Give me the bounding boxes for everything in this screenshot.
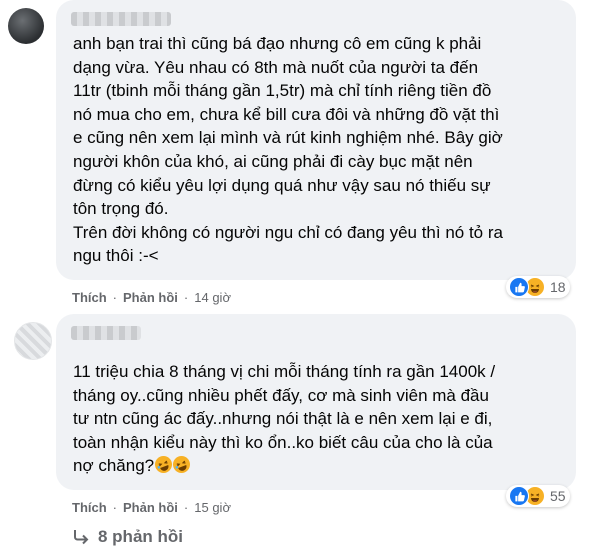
- view-replies-label: 8 phản hồi: [98, 527, 183, 546]
- commenter-avatar[interactable]: [14, 322, 52, 360]
- rolling-laughing-emoji: [155, 456, 173, 474]
- reaction-summary[interactable]: 18: [506, 276, 570, 298]
- reply-arrow-icon: [72, 529, 90, 545]
- comment-text: 11 triệu chia 8 tháng vị chi mỗi tháng t…: [73, 360, 495, 478]
- reply-link[interactable]: Phản hồi: [123, 290, 178, 305]
- reaction-count: 18: [550, 279, 566, 295]
- commenter-avatar[interactable]: [8, 8, 44, 44]
- like-reaction-icon: [509, 277, 529, 297]
- like-link[interactable]: Thích: [72, 500, 107, 515]
- comment-time[interactable]: 15 giờ: [194, 500, 231, 515]
- like-reaction-icon: [509, 486, 529, 506]
- like-link[interactable]: Thích: [72, 290, 107, 305]
- commenter-name-blurred[interactable]: [71, 12, 171, 26]
- separator-dot: ·: [112, 290, 118, 305]
- commenter-name-blurred[interactable]: [71, 326, 141, 340]
- separator-dot: ·: [183, 500, 189, 515]
- comment-actions: Thích · Phản hồi · 15 giờ: [72, 500, 231, 515]
- reaction-summary[interactable]: 55: [506, 485, 570, 507]
- view-replies-link[interactable]: 8 phản hồi: [72, 527, 183, 547]
- reply-link[interactable]: Phản hồi: [123, 500, 178, 515]
- comment-actions: Thích · Phản hồi · 14 giờ: [72, 290, 231, 305]
- comment-text-body: 11 triệu chia 8 tháng vị chi mỗi tháng t…: [73, 362, 496, 476]
- rolling-laughing-emoji: [173, 456, 191, 474]
- comment-time[interactable]: 14 giờ: [194, 290, 231, 305]
- comment-bubble: anh bạn trai thì cũng bá đạo nhưng cô em…: [56, 0, 576, 280]
- comment-bubble: 11 triệu chia 8 tháng vị chi mỗi tháng t…: [56, 314, 576, 490]
- comment-text: anh bạn trai thì cũng bá đạo nhưng cô em…: [73, 34, 503, 266]
- separator-dot: ·: [112, 500, 118, 515]
- reaction-count: 55: [550, 488, 566, 504]
- separator-dot: ·: [183, 290, 189, 305]
